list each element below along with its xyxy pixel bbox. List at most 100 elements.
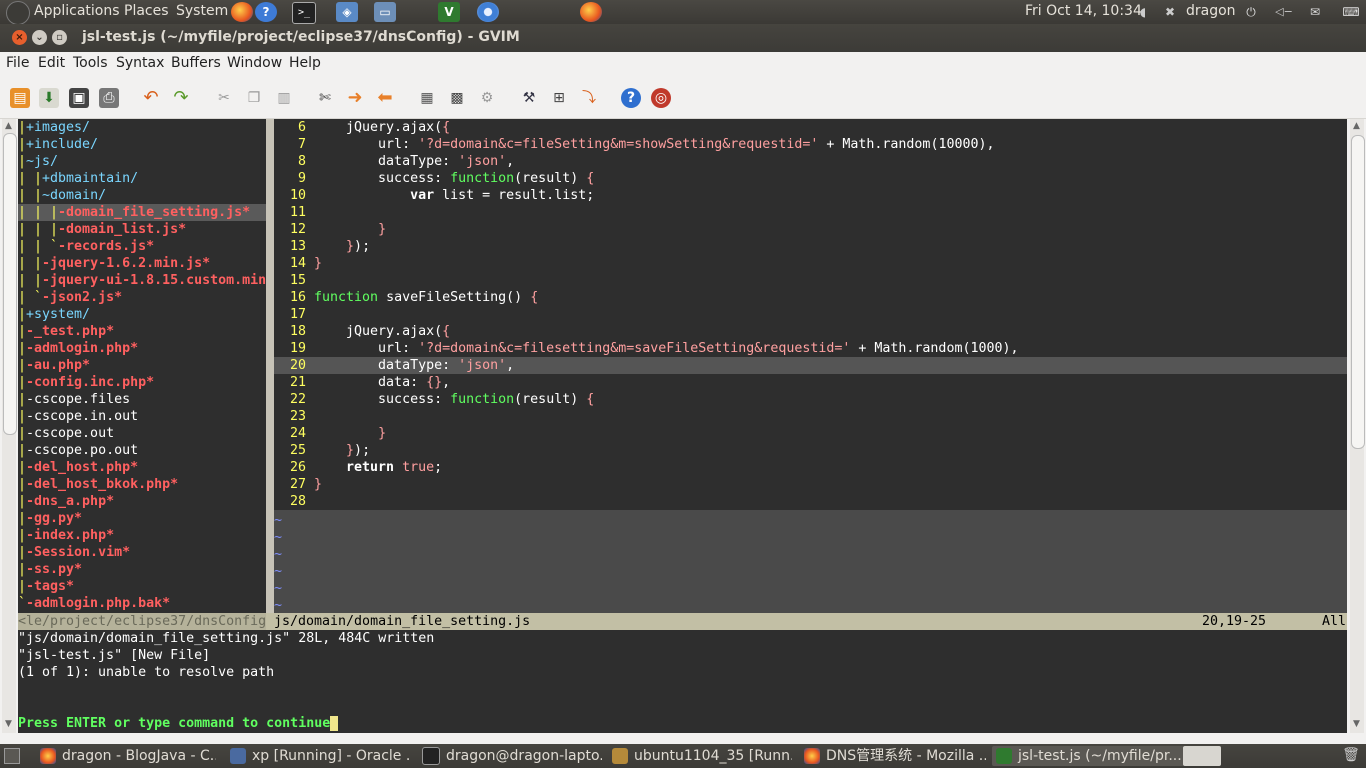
tree-item[interactable]: | `-json2.js*: [18, 289, 266, 306]
run-script-icon[interactable]: ⚙: [477, 88, 497, 108]
username[interactable]: dragon: [1186, 3, 1236, 19]
tree-item[interactable]: | |+dbmaintain/: [18, 170, 266, 187]
find-prev-icon[interactable]: ⬅: [375, 88, 395, 108]
ubuntu-logo-icon[interactable]: [6, 1, 30, 25]
clock[interactable]: Fri Oct 14, 10:34: [1025, 3, 1142, 19]
scroll-up-icon[interactable]: ▲: [5, 121, 12, 131]
tree-item[interactable]: |-del_host_bkok.php*: [18, 476, 266, 493]
tree-item[interactable]: |-cscope.out: [18, 425, 266, 442]
scroll-up-right-icon[interactable]: ▲: [1353, 121, 1360, 131]
keyboard-icon[interactable]: ⌨: [1340, 2, 1362, 22]
code-line[interactable]: 27 }: [274, 476, 1347, 493]
code-line[interactable]: 15: [274, 272, 1347, 289]
firefox-launcher2-icon[interactable]: [580, 2, 602, 22]
menu-syntax[interactable]: Syntax: [116, 55, 164, 71]
left-scrollbar[interactable]: ▲ ▼: [2, 119, 17, 733]
undo-icon[interactable]: ↶: [141, 88, 161, 108]
tree-item[interactable]: |-au.php*: [18, 357, 266, 374]
jump-icon[interactable]: ⤵: [579, 88, 599, 108]
print-icon[interactable]: ⎙: [99, 88, 119, 108]
tree-item[interactable]: | |-jquery-ui-1.8.15.custom.min: [18, 272, 266, 289]
scroll-down-right-icon[interactable]: ▼: [1353, 719, 1360, 729]
menu-system[interactable]: System: [176, 3, 228, 19]
tree-item[interactable]: |-admlogin.php*: [18, 340, 266, 357]
code-line[interactable]: 12 }: [274, 221, 1347, 238]
code-line[interactable]: 28: [274, 493, 1347, 510]
find-next-icon[interactable]: ➜: [345, 88, 365, 108]
tree-item[interactable]: |-cscope.in.out: [18, 408, 266, 425]
tree-item[interactable]: |-index.php*: [18, 527, 266, 544]
code-buffer[interactable]: 6 jQuery.ajax({7 url: '?d=domain&c=fileS…: [274, 119, 1347, 613]
mail-icon[interactable]: ✉: [1305, 2, 1325, 22]
tree-item[interactable]: |-dns_a.php*: [18, 493, 266, 510]
paste-icon[interactable]: ▥: [274, 88, 294, 108]
gvim-launcher-icon[interactable]: V: [438, 2, 460, 22]
close-window-icon[interactable]: ×: [12, 30, 27, 45]
tree-item[interactable]: |-gg.py*: [18, 510, 266, 527]
code-line[interactable]: 7 url: '?d=domain&c=fileSetting&m=showSe…: [274, 136, 1347, 153]
remote-desktop-launcher-icon[interactable]: ▭: [374, 2, 396, 22]
code-line[interactable]: 22 success: function(result) {: [274, 391, 1347, 408]
code-line[interactable]: 10 var list = result.list;: [274, 187, 1347, 204]
tree-item[interactable]: |-ss.py*: [18, 561, 266, 578]
menu-help[interactable]: Help: [289, 55, 321, 71]
virtualbox-launcher-icon[interactable]: ◈: [336, 2, 358, 22]
code-line[interactable]: 24 }: [274, 425, 1347, 442]
code-line[interactable]: 26 return true;: [274, 459, 1347, 476]
tree-item[interactable]: |-Session.vim*: [18, 544, 266, 561]
task-ubuntu-vm[interactable]: ubuntu1104_35 [Runn...: [612, 746, 792, 766]
code-line[interactable]: 17: [274, 306, 1347, 323]
code-line[interactable]: 21 data: {},: [274, 374, 1347, 391]
code-line[interactable]: 9 success: function(result) {: [274, 170, 1347, 187]
redo-icon[interactable]: ↷: [171, 88, 191, 108]
find-replace-icon[interactable]: ✄: [315, 88, 335, 108]
tree-item[interactable]: |-cscope.files: [18, 391, 266, 408]
menu-applications[interactable]: Applications: [34, 3, 120, 19]
workspace-switcher[interactable]: [1183, 746, 1221, 766]
code-line[interactable]: 8 dataType: 'json',: [274, 153, 1347, 170]
left-scroll-thumb[interactable]: [3, 133, 17, 435]
help-launcher-icon[interactable]: ?: [255, 2, 277, 22]
code-line[interactable]: 13 });: [274, 238, 1347, 255]
code-line[interactable]: 25 });: [274, 442, 1347, 459]
menu-file[interactable]: File: [6, 55, 29, 71]
code-line[interactable]: 23: [274, 408, 1347, 425]
make-icon[interactable]: ⚒: [519, 88, 539, 108]
help-icon[interactable]: ?: [621, 88, 641, 108]
open-icon[interactable]: ▤: [10, 88, 30, 108]
task-gvim-active[interactable]: jsl-test.js (~/myfile/pr...: [992, 746, 1184, 766]
vertical-split-divider[interactable]: [266, 119, 274, 613]
trash-icon[interactable]: 🗑: [1342, 747, 1360, 765]
tree-item[interactable]: |+images/: [18, 119, 266, 136]
tree-item[interactable]: | | |-domain_list.js*: [18, 221, 266, 238]
tree-item[interactable]: |-_test.php*: [18, 323, 266, 340]
right-scroll-thumb[interactable]: [1351, 135, 1365, 449]
chromium-launcher-icon[interactable]: [477, 2, 499, 22]
menu-window[interactable]: Window: [227, 55, 282, 71]
tree-item[interactable]: |+system/: [18, 306, 266, 323]
find-help-icon[interactable]: ◎: [651, 88, 671, 108]
load-session-icon[interactable]: ▦: [417, 88, 437, 108]
cut-icon[interactable]: ✂: [214, 88, 234, 108]
code-line[interactable]: 16 function saveFileSetting() {: [274, 289, 1347, 306]
tree-item[interactable]: |+include/: [18, 136, 266, 153]
title-bar[interactable]: × ⌄ ▫ jsl-test.js (~/myfile/project/ecli…: [0, 24, 1366, 52]
tree-item[interactable]: |-config.inc.php*: [18, 374, 266, 391]
copy-icon[interactable]: ❐: [244, 88, 264, 108]
task-terminal[interactable]: dragon@dragon-lapto...: [422, 746, 602, 766]
tree-item[interactable]: | |~domain/: [18, 187, 266, 204]
save-icon[interactable]: ▣: [69, 88, 89, 108]
power-icon[interactable]: ⏻: [1242, 2, 1260, 22]
volume-icon[interactable]: ◖: [1135, 2, 1151, 22]
code-line[interactable]: 19 url: '?d=domain&c=filesetting&m=saveF…: [274, 340, 1347, 357]
tree-item[interactable]: | | `-records.js*: [18, 238, 266, 255]
terminal-launcher-icon[interactable]: >_: [292, 2, 316, 24]
task-blogjava[interactable]: dragon - BlogJava - C...: [40, 746, 216, 766]
maximize-window-icon[interactable]: ▫: [52, 30, 67, 45]
code-line[interactable]: 20 dataType: 'json',: [274, 357, 1347, 374]
code-line[interactable]: 6 jQuery.ajax({: [274, 119, 1347, 136]
tree-item[interactable]: | | |-domain_file_setting.js*: [18, 204, 266, 221]
tags-icon[interactable]: ⊞: [549, 88, 569, 108]
menu-buffers[interactable]: Buffers: [171, 55, 221, 71]
vim-editor[interactable]: |+images/|+include/|~js/| |+dbmaintain/|…: [18, 119, 1347, 733]
